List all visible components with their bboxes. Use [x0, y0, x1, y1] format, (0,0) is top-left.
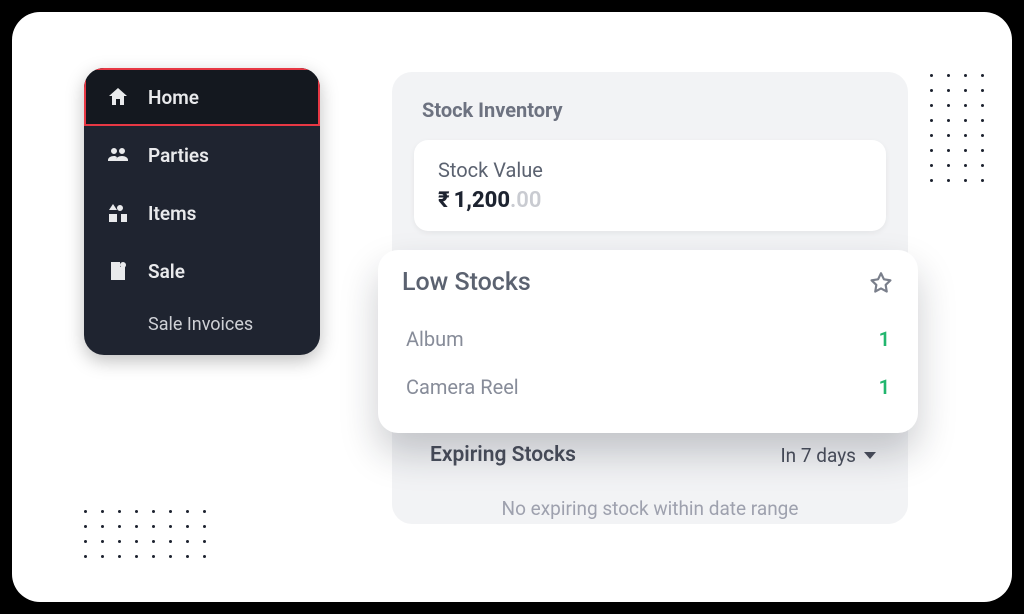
outer-frame: Home Parties Items Sale S	[0, 0, 1024, 614]
invoice-icon	[106, 259, 130, 283]
amount-decimal: .00	[510, 188, 541, 213]
low-stocks-card: Low Stocks Album 1 Camera Reel 1	[378, 250, 918, 433]
caret-down-icon	[864, 452, 876, 459]
expiring-stocks-section: Expiring Stocks In 7 days No expiring st…	[414, 429, 886, 524]
star-icon[interactable]	[868, 270, 894, 296]
low-stock-qty: 1	[879, 375, 890, 399]
decorative-dots-bottom-left	[84, 510, 206, 558]
expiring-filter-label: In 7 days	[781, 444, 856, 467]
home-icon	[106, 85, 130, 109]
sidebar-subitem-sale-invoices[interactable]: Sale Invoices	[84, 300, 320, 355]
amount-int: 1,200	[454, 188, 510, 213]
sidebar-item-sale[interactable]: Sale	[84, 242, 320, 300]
currency-symbol: ₹	[438, 188, 450, 213]
expiring-filter-dropdown[interactable]: In 7 days	[781, 444, 876, 467]
low-stock-row[interactable]: Album 1	[402, 315, 894, 363]
low-stock-name: Album	[406, 327, 464, 351]
users-icon	[106, 143, 130, 167]
sidebar-item-home[interactable]: Home	[84, 68, 320, 126]
sidebar-item-label: Items	[148, 202, 196, 225]
expiring-title: Expiring Stocks	[430, 443, 576, 467]
shapes-icon	[106, 201, 130, 225]
stock-value-card: Stock Value ₹ 1,200 .00	[414, 140, 886, 231]
sidebar-subitem-label: Sale Invoices	[148, 314, 253, 335]
app-card: Home Parties Items Sale S	[12, 12, 1012, 602]
decorative-dots-top-right	[930, 74, 984, 182]
sidebar: Home Parties Items Sale S	[84, 68, 320, 355]
sidebar-item-label: Parties	[148, 144, 209, 167]
low-stocks-title: Low Stocks	[402, 268, 531, 297]
low-stock-name: Camera Reel	[406, 375, 519, 399]
stock-value-label: Stock Value	[438, 158, 862, 182]
sidebar-item-items[interactable]: Items	[84, 184, 320, 242]
sidebar-item-label: Home	[148, 86, 199, 109]
low-stock-qty: 1	[879, 327, 890, 351]
sidebar-item-label: Sale	[148, 260, 185, 283]
stock-value-amount: ₹ 1,200 .00	[438, 188, 862, 213]
expiring-empty-text: No expiring stock within date range	[422, 477, 878, 524]
panel-title: Stock Inventory	[422, 98, 886, 122]
low-stock-row[interactable]: Camera Reel 1	[402, 363, 894, 411]
sidebar-item-parties[interactable]: Parties	[84, 126, 320, 184]
